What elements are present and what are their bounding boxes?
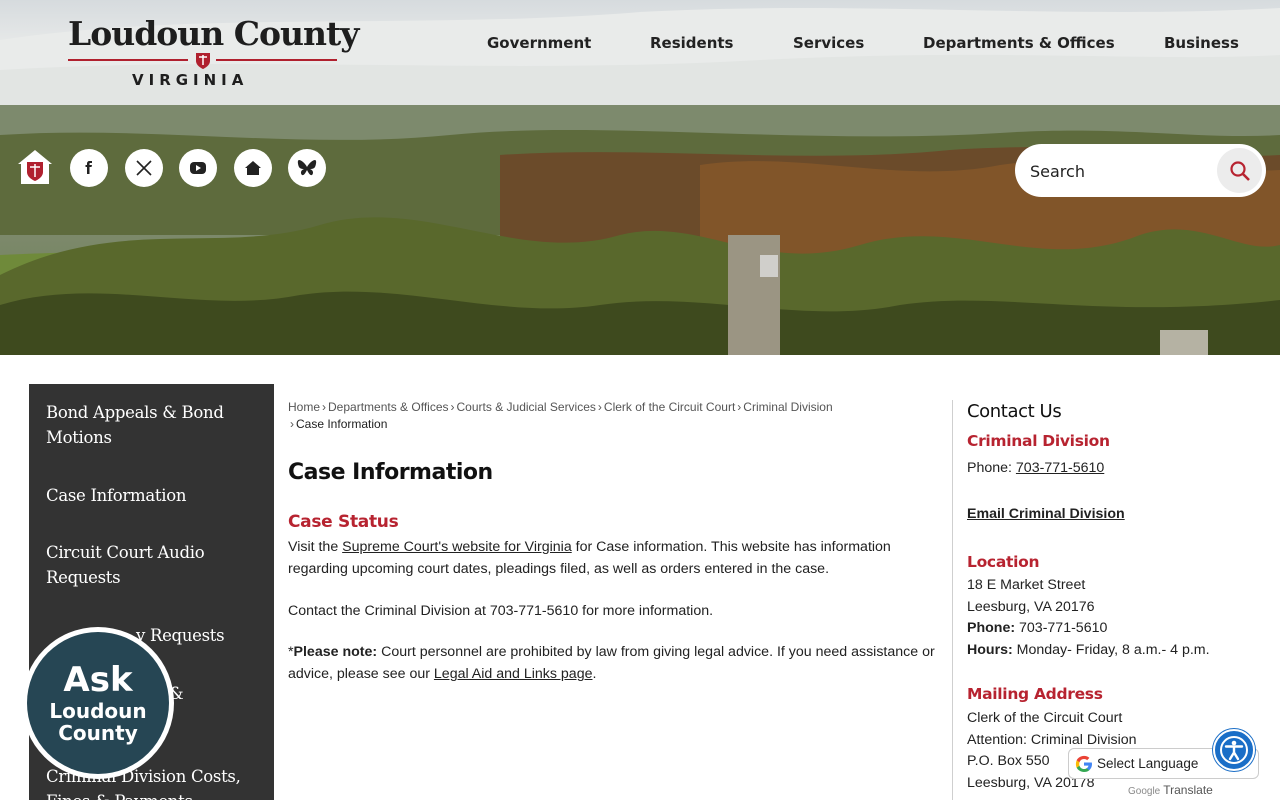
logo-state: VIRGINIA bbox=[132, 71, 249, 89]
ask-loudoun-county-badge[interactable]: Ask Loudoun County bbox=[22, 627, 174, 779]
location-phone: Phone: 703-771-5610 bbox=[967, 617, 1107, 639]
home-crest-icon bbox=[18, 150, 52, 184]
powered-by-google-translate[interactable]: Google Translate bbox=[1128, 783, 1213, 797]
bluesky-button[interactable] bbox=[288, 149, 326, 187]
contact-email: Email Criminal Division bbox=[967, 503, 1125, 525]
paragraph-supreme-court: Visit the Supreme Court's website for Vi… bbox=[288, 536, 938, 580]
search-icon bbox=[1229, 160, 1250, 181]
location-city: Leesburg, VA 20176 bbox=[967, 599, 1095, 615]
email-criminal-division-link[interactable]: Email Criminal Division bbox=[967, 506, 1125, 522]
ask-badge-county: County bbox=[58, 721, 138, 745]
hero-banner bbox=[0, 105, 1280, 355]
contact-phone: Phone: 703-771-5610 bbox=[967, 457, 1104, 479]
contact-phone-link[interactable]: 703-771-5610 bbox=[1016, 460, 1104, 476]
search-input[interactable] bbox=[1030, 156, 1210, 186]
google-wordmark: Google bbox=[1128, 786, 1161, 797]
bluesky-icon bbox=[297, 160, 317, 176]
logo-name: Loudoun County bbox=[68, 14, 359, 53]
logo-rule-left bbox=[68, 59, 188, 61]
facebook-button[interactable] bbox=[70, 149, 108, 187]
sidebar-item-case-information[interactable]: Case Information bbox=[46, 483, 256, 508]
ask-badge-inner: Ask Loudoun County bbox=[27, 632, 169, 774]
location-hours-value: Monday- Friday, 8 a.m.- 4 p.m. bbox=[1012, 642, 1210, 658]
contact-phone-label: Phone: bbox=[967, 460, 1016, 476]
site-header: Loudoun County VIRGINIA Government Resid… bbox=[0, 0, 1280, 105]
breadcrumb-current: Case Information bbox=[296, 417, 388, 431]
breadcrumb-separator: › bbox=[737, 400, 742, 414]
contact-division-heading: Criminal Division bbox=[967, 432, 1110, 450]
nav-departments-offices[interactable]: Departments & Offices bbox=[923, 34, 1115, 56]
p3-end: . bbox=[592, 666, 597, 682]
sidebar-item-criminal-costs-line2: Fines & Payments bbox=[46, 792, 193, 800]
logo-rule-right bbox=[216, 59, 337, 61]
crest-icon bbox=[196, 53, 210, 69]
google-g-icon bbox=[1075, 755, 1092, 772]
paragraph-note: *Please note: Court personnel are prohib… bbox=[288, 641, 938, 685]
mailing-line-1: Clerk of the Circuit Court bbox=[967, 710, 1123, 726]
ask-badge-loudoun: Loudoun bbox=[49, 699, 147, 723]
breadcrumb-separator: › bbox=[450, 400, 455, 414]
location-hours-label: Hours: bbox=[967, 642, 1013, 658]
legal-aid-link[interactable]: Legal Aid and Links page bbox=[434, 666, 593, 682]
ask-badge-ask: Ask bbox=[63, 660, 133, 700]
translate-label: Select Language bbox=[1097, 756, 1199, 771]
location-heading: Location bbox=[967, 553, 1040, 571]
location-hours: Hours: Monday- Friday, 8 a.m.- 4 p.m. bbox=[967, 639, 1210, 661]
youtube-button[interactable] bbox=[179, 149, 217, 187]
p3-bold: Please note: bbox=[293, 644, 378, 660]
p1-before: Visit the bbox=[288, 539, 343, 555]
youtube-icon bbox=[190, 162, 206, 174]
site-logo[interactable]: Loudoun County VIRGINIA bbox=[68, 14, 359, 92]
location-street: 18 E Market Street bbox=[967, 577, 1086, 593]
x-twitter-icon bbox=[136, 160, 152, 176]
breadcrumb: Home › Departments & Offices › Courts & Judi… bbox=[288, 399, 938, 433]
page-title: Case Information bbox=[288, 460, 493, 485]
x-twitter-button[interactable] bbox=[125, 149, 163, 187]
column-divider bbox=[952, 400, 953, 800]
breadcrumb-criminal-division[interactable]: Criminal Division bbox=[743, 400, 832, 414]
location-phone-label: Phone: bbox=[967, 620, 1016, 636]
breadcrumb-separator: › bbox=[290, 417, 294, 431]
nextdoor-button[interactable] bbox=[234, 149, 272, 187]
breadcrumb-separator: › bbox=[322, 400, 327, 414]
accessibility-icon bbox=[1220, 736, 1248, 764]
nav-government[interactable]: Government bbox=[487, 34, 591, 56]
mailing-address-heading: Mailing Address bbox=[967, 685, 1103, 703]
home-crest-button[interactable] bbox=[16, 148, 54, 186]
section-title-case-status: Case Status bbox=[288, 512, 399, 532]
p3-text: Court personnel are prohibited by law fr… bbox=[288, 644, 935, 682]
nextdoor-icon bbox=[245, 161, 261, 175]
supreme-court-link[interactable]: Supreme Court's website for Virginia bbox=[342, 539, 572, 555]
contact-us-title: Contact Us bbox=[967, 401, 1062, 422]
location-phone-value: 703-771-5610 bbox=[1015, 620, 1108, 636]
paragraph-contact: Contact the Criminal Division at 703-771… bbox=[288, 603, 714, 619]
accessibility-button[interactable] bbox=[1213, 729, 1255, 771]
nav-residents[interactable]: Residents bbox=[650, 34, 733, 56]
sidebar-item-copy-requests-label: y Requests bbox=[136, 626, 225, 645]
search-button[interactable] bbox=[1217, 148, 1262, 193]
translate-word: Translate bbox=[1163, 783, 1213, 797]
breadcrumb-courts[interactable]: Courts & Judicial Services bbox=[457, 400, 596, 414]
breadcrumb-home[interactable]: Home bbox=[288, 400, 320, 414]
breadcrumb-departments[interactable]: Departments & Offices bbox=[328, 400, 449, 414]
ask-badge-loudoun-county: Loudoun County bbox=[27, 700, 169, 744]
breadcrumb-clerk[interactable]: Clerk of the Circuit Court bbox=[604, 400, 735, 414]
sidebar-item-4-fragment[interactable]: & bbox=[169, 681, 209, 706]
breadcrumb-separator: › bbox=[597, 400, 602, 414]
landscape-photo bbox=[0, 105, 1280, 355]
facebook-icon bbox=[85, 161, 92, 174]
mailing-line-3: P.O. Box 550 bbox=[967, 753, 1050, 769]
sidebar-item-bond-appeals[interactable]: Bond Appeals & Bond Motions bbox=[46, 400, 256, 450]
nav-business[interactable]: Business bbox=[1164, 34, 1239, 56]
nav-services[interactable]: Services bbox=[793, 34, 864, 56]
sidebar-item-audio-requests[interactable]: Circuit Court Audio Requests bbox=[46, 540, 256, 590]
